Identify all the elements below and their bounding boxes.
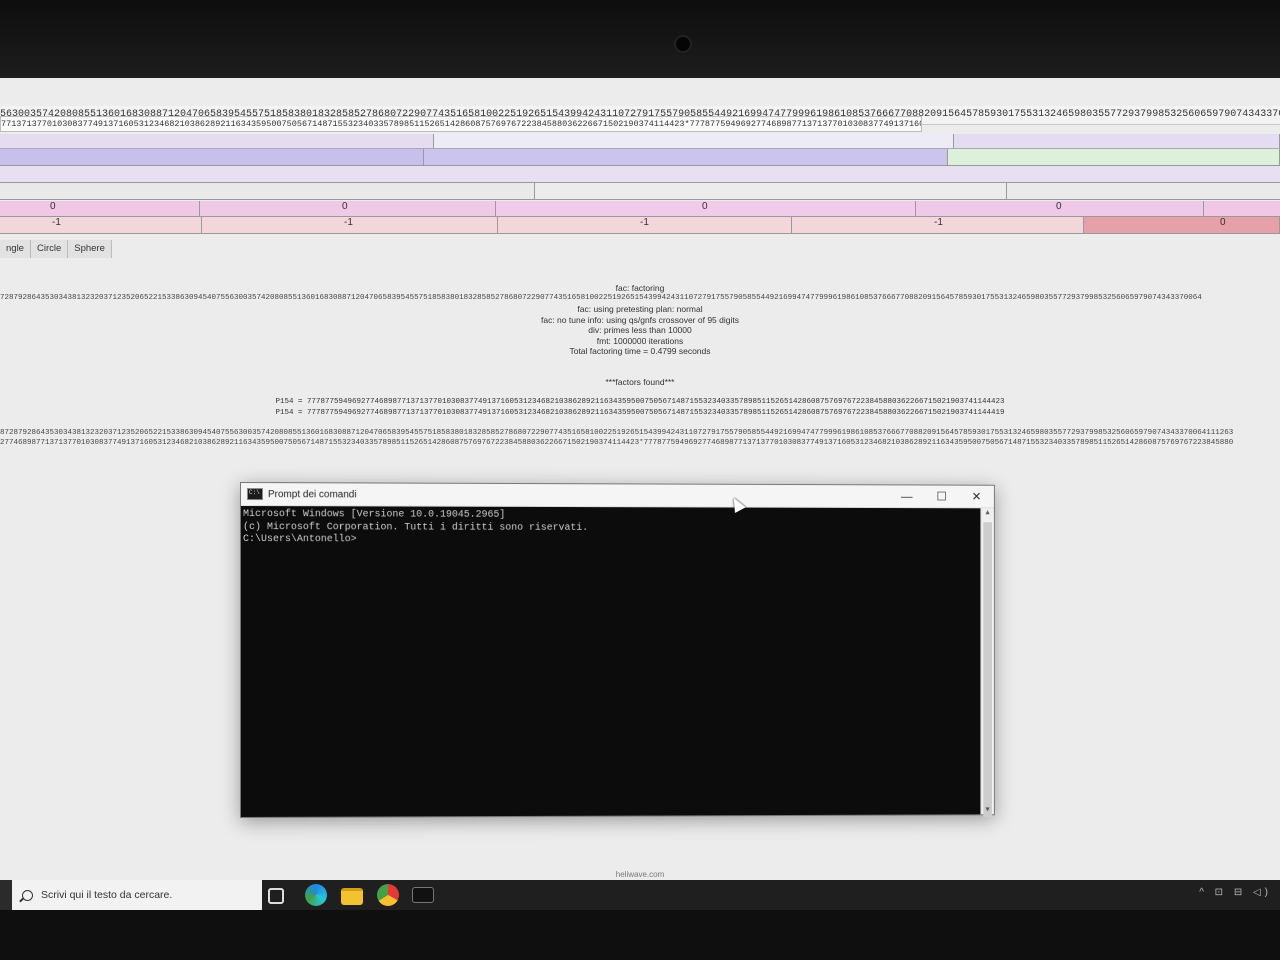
close-button[interactable]: ✕ xyxy=(959,490,994,504)
tab-circle[interactable]: Circle xyxy=(30,240,69,258)
minimize-button[interactable]: — xyxy=(889,489,924,503)
cmd-console[interactable]: Microsoft Windows [Versione 10.0.19045.2… xyxy=(241,506,980,817)
bar-value: -1 xyxy=(52,217,61,228)
task-view-icon[interactable] xyxy=(268,888,284,904)
bar-segment xyxy=(954,134,1280,148)
bar-segment: -1 xyxy=(202,217,498,233)
bar-segment: 0 xyxy=(916,201,1204,216)
scroll-down-icon[interactable]: ▼ xyxy=(981,806,994,813)
bar-row-2 xyxy=(0,149,1280,166)
tab-sphere[interactable]: Sphere xyxy=(68,240,112,258)
file-explorer-icon[interactable] xyxy=(341,888,363,905)
factors-header: ***factors found*** xyxy=(605,377,675,387)
scroll-thumb[interactable] xyxy=(983,522,992,818)
bar-segment xyxy=(424,149,948,165)
system-tray[interactable]: ^ ⊡ ⊟ ◁) xyxy=(1199,887,1272,898)
edge-icon[interactable] xyxy=(305,884,327,906)
result-line-2: 2774689877137137701030837749137160531234… xyxy=(0,439,1234,447)
log-line: fac: factoring xyxy=(615,283,665,293)
bar-segment xyxy=(0,134,434,148)
bar-value: 0 xyxy=(702,201,708,212)
cmd-scrollbar[interactable]: ▲ ▼ xyxy=(980,508,994,818)
bar-segment: -1 xyxy=(0,217,202,233)
bar-row-values: 0 0 0 0 xyxy=(0,201,1280,217)
number-output-line: 7287928643530343813232037123520652215338… xyxy=(0,294,1202,302)
cmd-window-title: Prompt dei comandi xyxy=(267,488,357,500)
laptop-bezel-top xyxy=(0,0,1280,80)
bar-segment: 0 xyxy=(200,201,496,216)
bar-value: -1 xyxy=(344,217,353,228)
factor-line: P154 = 777877594969277468987713713770103… xyxy=(275,398,1005,406)
chrome-icon[interactable] xyxy=(377,884,399,906)
bar-segment xyxy=(0,149,424,165)
bar-row-values-2: -1 -1 -1 -1 0 xyxy=(0,217,1280,234)
bar-value: 0 xyxy=(50,201,56,212)
bar-segment xyxy=(0,183,535,199)
start-button[interactable] xyxy=(0,880,12,910)
webcam-icon xyxy=(676,37,690,51)
cmd-titlebar[interactable]: Prompt dei comandi — ☐ ✕ xyxy=(240,483,994,509)
taskbar-search[interactable]: Scrivi qui il testo da cercare. xyxy=(12,880,262,910)
log-line: div: primes less than 10000 xyxy=(588,325,692,335)
bar-segment: 0 xyxy=(1084,217,1280,233)
scroll-up-icon[interactable]: ▲ xyxy=(981,509,994,516)
command-prompt-window[interactable]: Prompt dei comandi — ☐ ✕ Microsoft Windo… xyxy=(240,482,995,818)
bar-row-3 xyxy=(0,166,1280,183)
factor-line: P154 = 777877594969277468987713713770103… xyxy=(275,408,1005,417)
maximize-button[interactable]: ☐ xyxy=(924,489,959,503)
bar-value: 0 xyxy=(1056,201,1062,212)
bar-segment xyxy=(434,134,954,148)
factors-list: P154 = 777877594969277468987713713770103… xyxy=(0,397,1280,418)
bar-segment: -1 xyxy=(792,217,1084,233)
bar-value: -1 xyxy=(640,217,649,228)
factoring-log: fac: factoring xyxy=(0,283,1280,294)
bar-segment: 0 xyxy=(496,201,916,216)
console-prompt[interactable]: C:\Users\Antonello> xyxy=(243,534,978,548)
bar-segment: -1 xyxy=(498,217,792,233)
log-line: fac: no tune info: using qs/gnfs crossov… xyxy=(541,314,739,325)
bar-row-1 xyxy=(0,134,1280,149)
laptop-bezel-bottom xyxy=(0,910,1280,960)
bar-segment: 0 xyxy=(0,201,200,216)
tab-triangle[interactable]: ngle xyxy=(0,240,31,258)
bar-segment xyxy=(535,183,1007,199)
cmd-taskbar-icon[interactable] xyxy=(412,887,434,903)
bar-value: 0 xyxy=(342,201,348,212)
shape-tabs: ngle Circle Sphere xyxy=(0,240,112,258)
taskbar: Scrivi qui il testo da cercare. ^ ⊡ ⊟ ◁) xyxy=(0,880,1280,910)
result-line-1: 8728792864353034381323203712352065221533… xyxy=(0,429,1234,437)
bar-value: -1 xyxy=(934,217,943,228)
search-placeholder: Scrivi qui il testo da cercare. xyxy=(41,889,173,901)
cmd-icon xyxy=(246,488,263,501)
expression-input[interactable]: 7713713770103083774913716053123468210386… xyxy=(0,116,922,132)
bar-value: 0 xyxy=(1220,217,1226,228)
log-line: fac: using pretesting plan: normal xyxy=(577,304,703,314)
factoring-log-details: fac: using pretesting plan: normal fac: … xyxy=(0,304,1280,357)
search-icon xyxy=(22,889,33,901)
bar-segment xyxy=(948,149,1280,165)
bar-row-4 xyxy=(0,183,1280,200)
site-credit: heliwave.com xyxy=(615,870,665,879)
log-line: fmt: 1000000 iterations xyxy=(596,335,684,346)
log-line: Total factoring time = 0.4799 seconds xyxy=(569,346,711,356)
